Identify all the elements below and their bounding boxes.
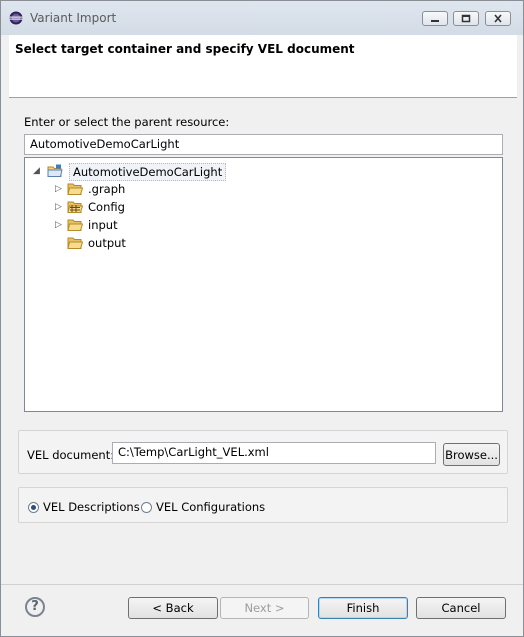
collapse-arrow-icon[interactable]: ◢ xyxy=(33,163,40,179)
folder-icon xyxy=(67,183,83,195)
expand-arrow-icon[interactable]: ▷ xyxy=(55,217,62,233)
minimize-icon xyxy=(431,20,439,22)
resource-tree[interactable]: ◢ AutomotiveDemoCarLight ▷ .graph ▷ Conf… xyxy=(24,157,503,412)
tree-item-label: .graph xyxy=(88,182,126,196)
vel-configurations-label[interactable]: VEL Configurations xyxy=(156,500,265,514)
wizard-header: Select target container and specify VEL … xyxy=(9,35,517,98)
folder-icon xyxy=(67,219,83,231)
parent-resource-input[interactable]: AutomotiveDemoCarLight xyxy=(24,134,503,155)
window-title: Variant Import xyxy=(30,11,117,25)
folder-icon xyxy=(67,237,83,249)
browse-button[interactable]: Browse... xyxy=(443,443,500,466)
close-button[interactable] xyxy=(485,11,511,26)
vel-configurations-radio[interactable] xyxy=(141,502,152,513)
footer-separator xyxy=(1,584,523,585)
cancel-button[interactable]: Cancel xyxy=(416,597,506,619)
page-title: Select target container and specify VEL … xyxy=(15,42,355,56)
vel-descriptions-radio[interactable] xyxy=(28,502,39,513)
maximize-button[interactable] xyxy=(453,11,479,26)
expand-arrow-icon[interactable]: ▷ xyxy=(55,181,62,197)
vel-document-label: VEL document: xyxy=(27,448,115,462)
dialog-window: Variant Import Select target container a… xyxy=(0,0,524,637)
back-button[interactable]: < Back xyxy=(128,597,218,619)
vel-descriptions-label[interactable]: VEL Descriptions xyxy=(43,500,140,514)
parent-resource-label: Enter or select the parent resource: xyxy=(24,115,230,129)
finish-button[interactable]: Finish xyxy=(318,597,408,619)
tree-item-label: output xyxy=(88,236,126,250)
expand-arrow-icon[interactable]: ▷ xyxy=(55,199,62,215)
maximize-icon xyxy=(461,14,471,23)
eclipse-icon xyxy=(9,11,23,25)
tree-item-label: Config xyxy=(88,200,125,214)
package-folder-icon xyxy=(67,201,83,213)
help-icon[interactable]: ? xyxy=(25,597,45,617)
close-icon xyxy=(494,14,502,23)
vel-type-group: VEL Descriptions VEL Configurations xyxy=(18,487,508,523)
title-bar[interactable]: Variant Import xyxy=(1,1,523,35)
vel-document-group: VEL document: C:\Temp\CarLight_VEL.xml B… xyxy=(18,430,508,474)
next-button[interactable]: Next > xyxy=(220,597,309,619)
project-folder-icon xyxy=(47,164,63,177)
tree-item-label: input xyxy=(88,218,118,232)
tree-item-label: AutomotiveDemoCarLight xyxy=(69,163,227,181)
minimize-button[interactable] xyxy=(422,11,448,26)
vel-document-input[interactable]: C:\Temp\CarLight_VEL.xml xyxy=(112,442,436,464)
